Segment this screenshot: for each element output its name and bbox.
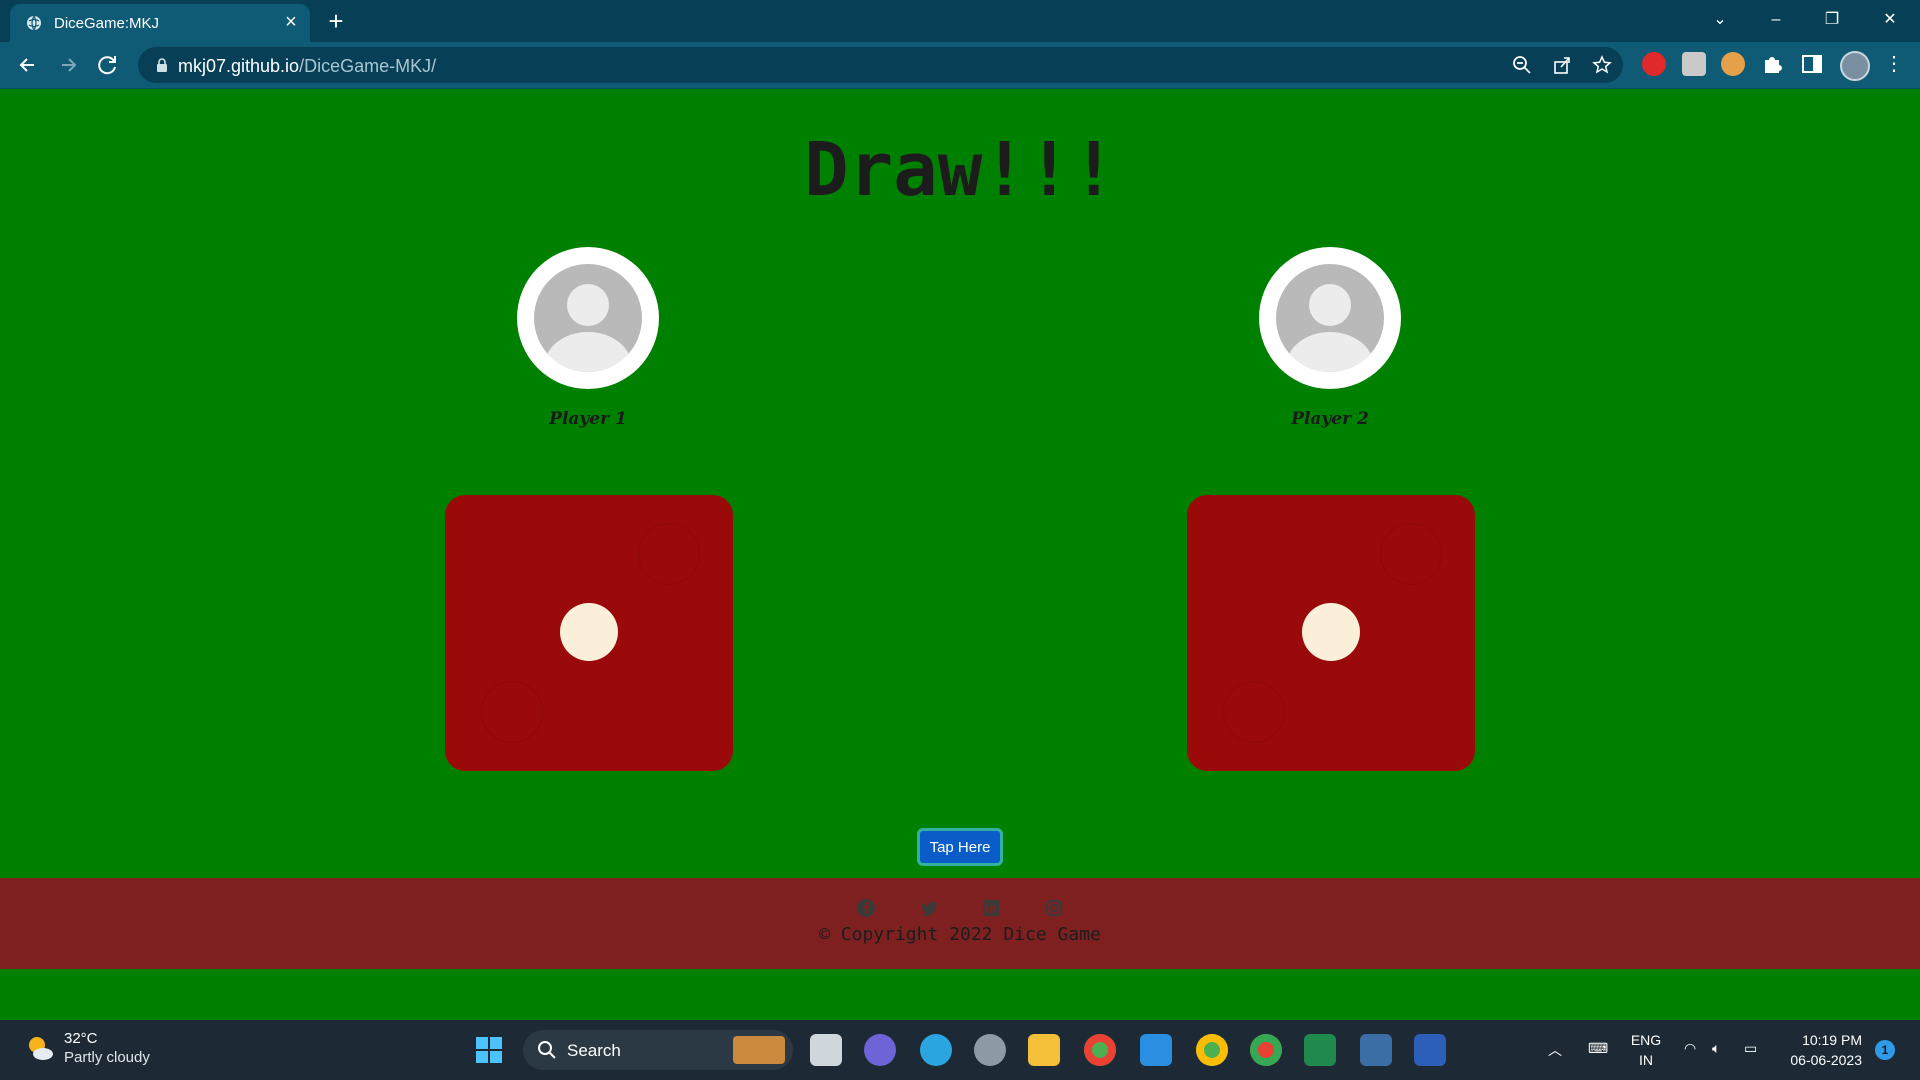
tab-title: DiceGame:MKJ: [54, 15, 160, 32]
die-pip: [560, 603, 618, 661]
notification-badge[interactable]: 1: [1875, 1040, 1895, 1060]
system-clock[interactable]: 10:19 PM 06-06-2023: [1778, 1030, 1862, 1070]
footer: © Copyright 2022 Dice Game: [0, 878, 1920, 969]
dice-game-page: Draw!!! Player 1 Player 2 Tap Here © Cop…: [0, 89, 1920, 1019]
show-hidden-icons-chevron-icon[interactable]: ︿: [1548, 1040, 1562, 1060]
extension-gray-icon[interactable]: [1682, 52, 1706, 76]
browser-toolbar: mkj07.github.io/DiceGame-MKJ/ ⋮: [0, 42, 1920, 89]
telegram-icon[interactable]: [920, 1034, 952, 1066]
word-icon[interactable]: [1414, 1034, 1446, 1066]
instagram-icon[interactable]: [1044, 898, 1064, 918]
weather-description: Partly cloudy: [64, 1049, 150, 1066]
social-links: [0, 898, 1920, 923]
tap-here-button[interactable]: Tap Here: [917, 828, 1003, 866]
clock-date: 06-06-2023: [1790, 1052, 1862, 1068]
player-2-avatar: [1259, 247, 1401, 389]
language-indicator[interactable]: ENG IN: [1628, 1030, 1664, 1070]
url-text: mkj07.github.io/DiceGame-MKJ/: [178, 56, 436, 77]
extension-red-icon[interactable]: [1642, 52, 1666, 76]
task-view-icon[interactable]: [810, 1034, 842, 1066]
twitter-icon[interactable]: [919, 898, 939, 918]
extensions-puzzle-icon[interactable]: [1760, 52, 1784, 76]
search-icon: [538, 1041, 556, 1059]
search-highlight-image: [733, 1036, 785, 1064]
browser-tab-strip: DiceGame:MKJ × + ⌄ – ❐ ✕: [0, 0, 1920, 42]
chrome-profile-icon[interactable]: [1196, 1034, 1228, 1066]
mysql-workbench-icon[interactable]: [1360, 1034, 1392, 1066]
reload-icon[interactable]: [94, 51, 122, 79]
bookmark-star-icon[interactable]: [1592, 55, 1612, 75]
player-1-die: [445, 495, 733, 771]
volume-icon[interactable]: 🔈︎: [1712, 1040, 1720, 1057]
vscode-icon[interactable]: [1140, 1034, 1172, 1066]
player-1-avatar: [517, 247, 659, 389]
player-2-name: Player 2: [1291, 409, 1369, 429]
windows-start-icon[interactable]: [473, 1034, 505, 1066]
lock-icon[interactable]: [154, 57, 170, 73]
keyboard-icon[interactable]: ⌨: [1588, 1040, 1608, 1057]
zoom-icon[interactable]: [1512, 55, 1532, 75]
address-bar[interactable]: mkj07.github.io/DiceGame-MKJ/: [138, 47, 1623, 83]
region-code: IN: [1639, 1052, 1653, 1068]
taskbar: 32°C Partly cloudy Search ︿ ⌨ ENG IN ◠ 🔈…: [0, 1020, 1920, 1080]
browser-tab[interactable]: DiceGame:MKJ ×: [10, 4, 310, 42]
restore-button[interactable]: ❐: [1812, 6, 1852, 34]
new-tab-button[interactable]: +: [322, 7, 350, 35]
user-silhouette-icon: [1276, 264, 1384, 372]
copyright-text: © Copyright 2022 Dice Game: [819, 924, 1101, 945]
search-placeholder: Search: [567, 1041, 621, 1060]
weather-temperature: 32°C: [64, 1030, 98, 1047]
close-tab-icon[interactable]: ×: [280, 11, 302, 33]
chrome-icon[interactable]: [1084, 1034, 1116, 1066]
side-panel-icon[interactable]: [1800, 52, 1824, 76]
url-host: mkj07.github.io: [178, 56, 300, 76]
die-pip: [1302, 603, 1360, 661]
teams-chat-icon[interactable]: [864, 1034, 896, 1066]
language-code: ENG: [1630, 1032, 1662, 1048]
chrome-alt-icon[interactable]: [1250, 1034, 1282, 1066]
excel-icon[interactable]: [1304, 1034, 1336, 1066]
close-window-button[interactable]: ✕: [1870, 6, 1910, 34]
player-2-die: [1187, 495, 1475, 771]
linkedin-icon[interactable]: [981, 898, 1001, 918]
partly-cloudy-icon: [29, 1037, 53, 1060]
url-path: /DiceGame-MKJ/: [299, 56, 437, 76]
battery-icon[interactable]: ▭: [1744, 1040, 1757, 1057]
taskbar-search[interactable]: Search: [523, 1030, 793, 1070]
facebook-icon[interactable]: [856, 898, 876, 918]
player-1-name: Player 1: [549, 409, 627, 429]
settings-gear-icon[interactable]: [974, 1034, 1006, 1066]
profile-avatar[interactable]: [1840, 51, 1870, 81]
back-icon[interactable]: [14, 51, 42, 79]
wifi-icon[interactable]: ◠: [1684, 1040, 1696, 1057]
tab-search-icon[interactable]: ⌄: [1700, 6, 1740, 34]
player-2: Player 2: [1210, 247, 1450, 429]
globe-icon: [27, 15, 41, 31]
share-icon[interactable]: [1552, 55, 1572, 75]
clock-time: 10:19 PM: [1802, 1032, 1862, 1048]
minimize-button[interactable]: –: [1756, 6, 1796, 34]
file-explorer-icon[interactable]: [1028, 1034, 1060, 1066]
extension-cookie-icon[interactable]: [1721, 52, 1745, 76]
player-1: Player 1: [468, 247, 708, 429]
result-headline: Draw!!!: [804, 127, 1116, 213]
browser-menu-icon[interactable]: ⋮: [1882, 52, 1906, 76]
forward-icon[interactable]: [54, 51, 82, 79]
user-silhouette-icon: [534, 264, 642, 372]
